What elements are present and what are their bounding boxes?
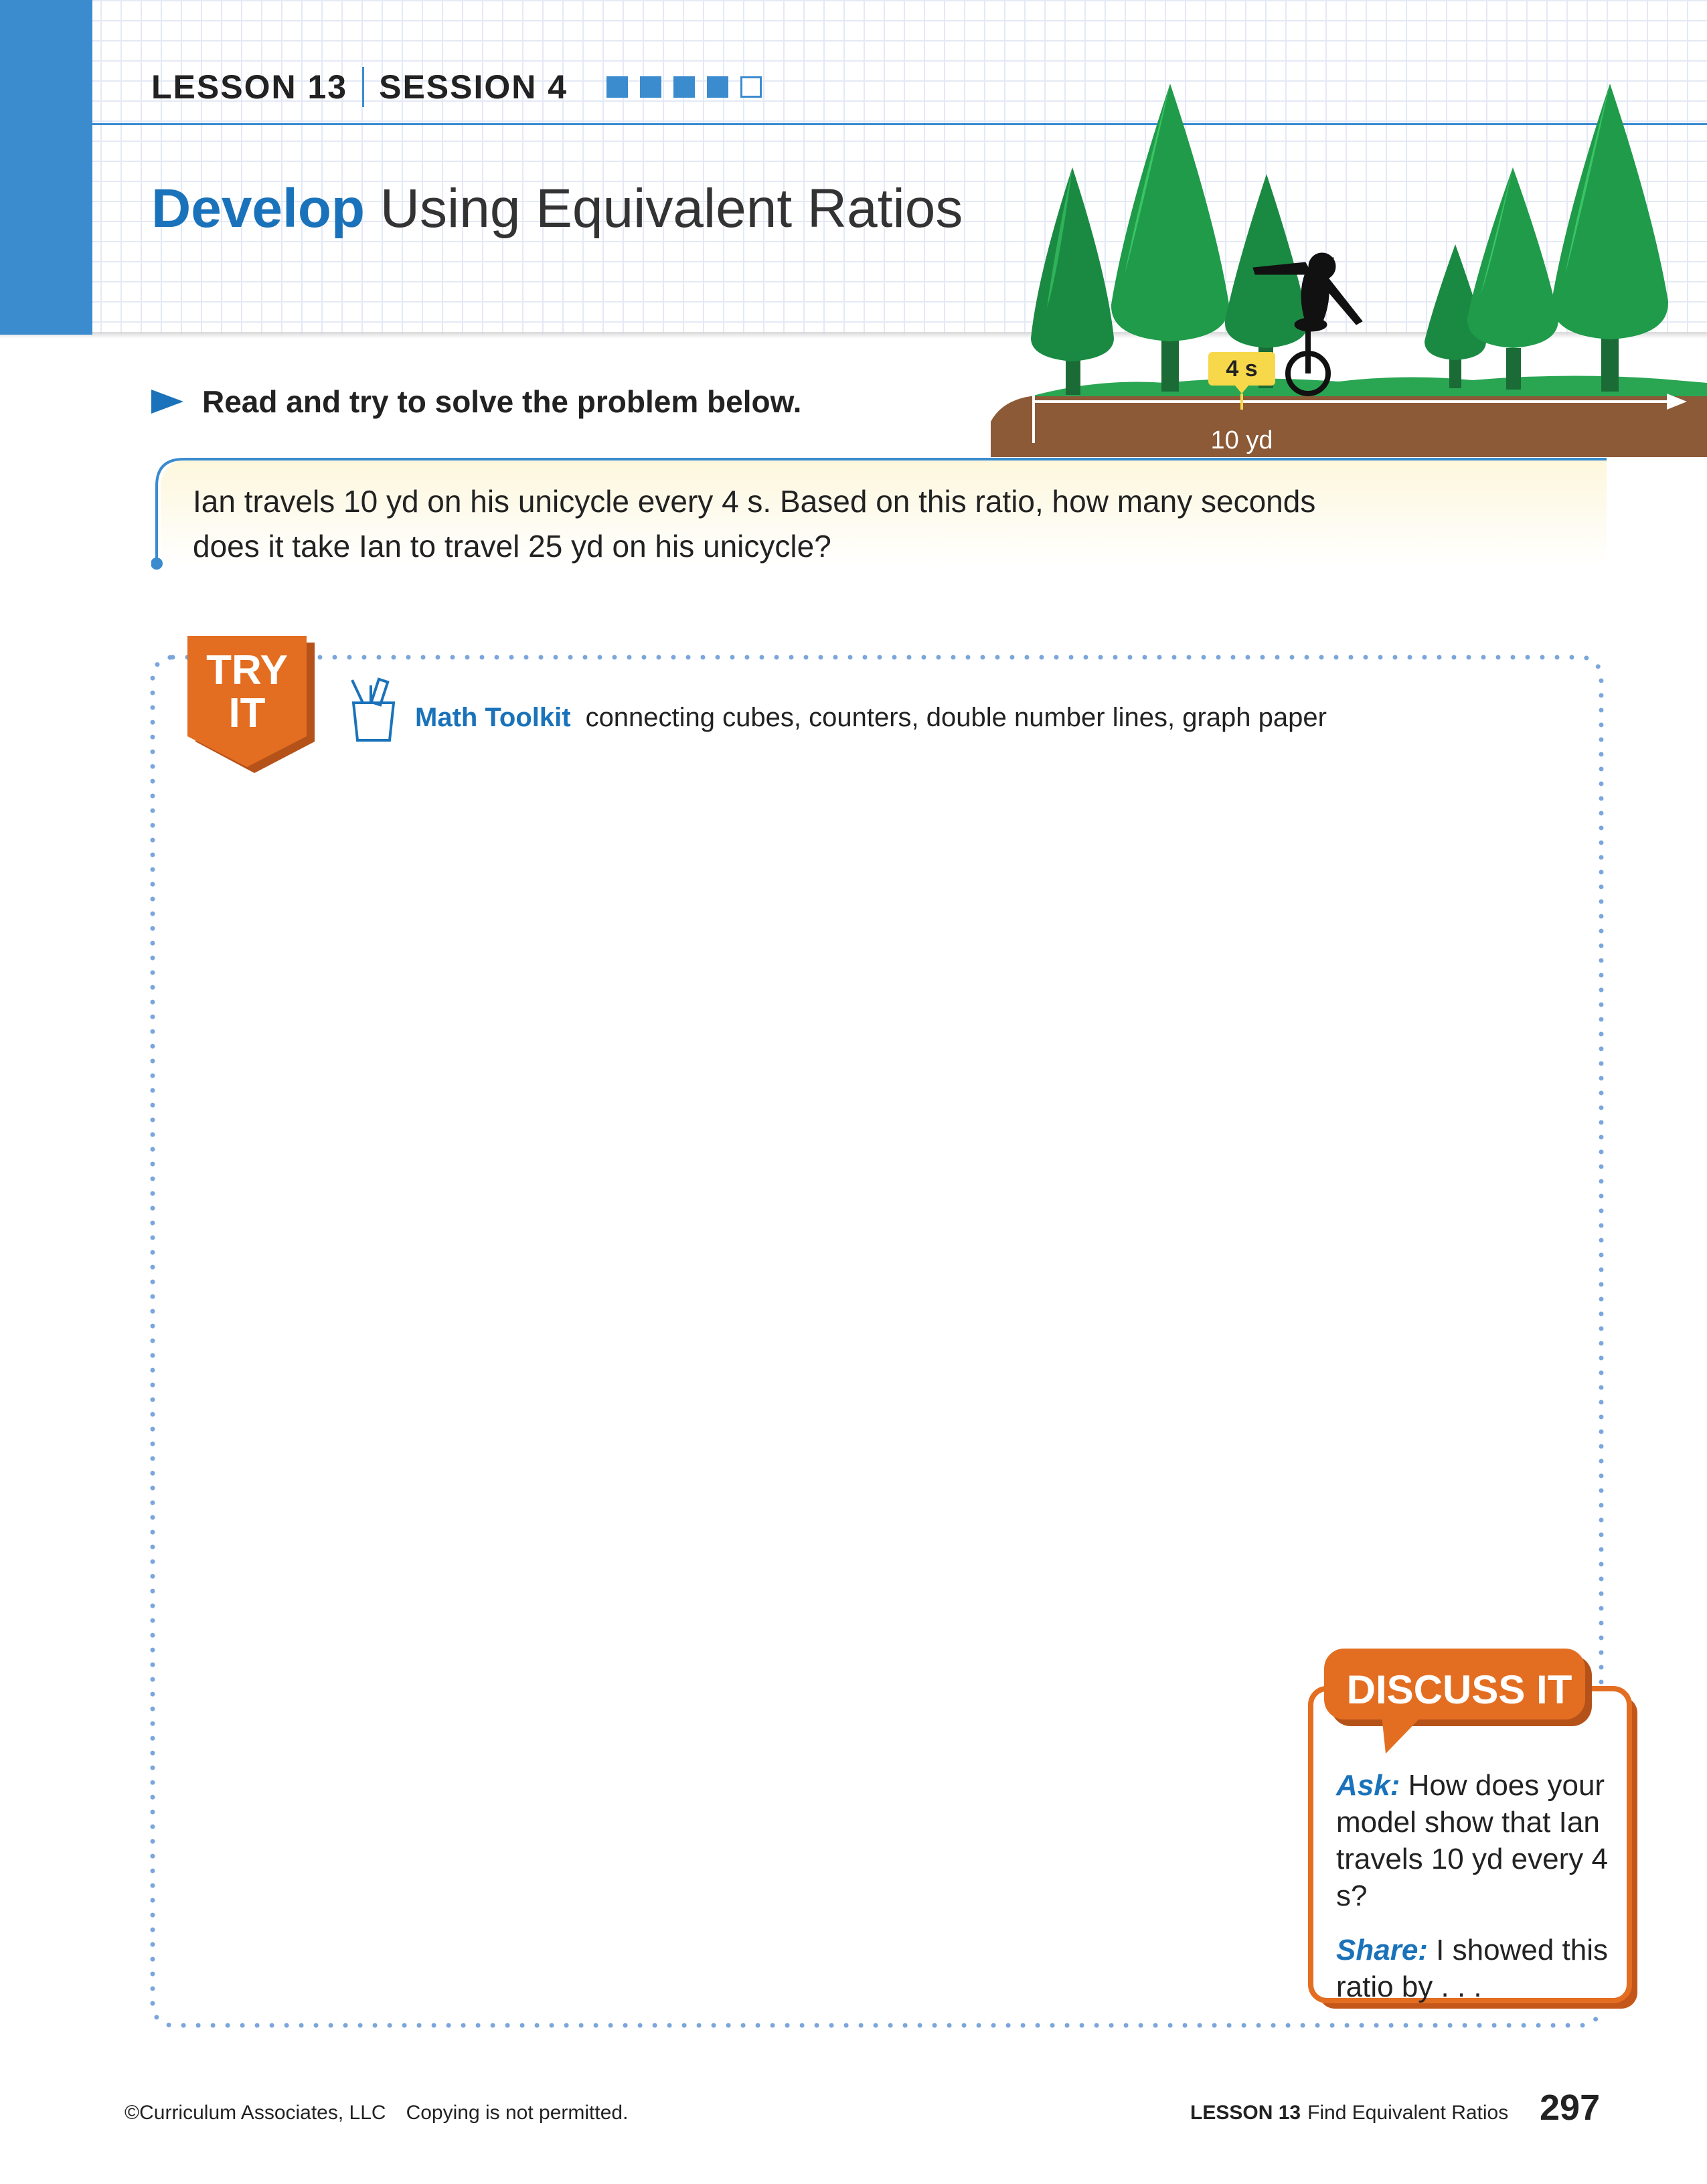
footer-lesson: LESSON 13 Find Equivalent Ratios — [1190, 2102, 1508, 2124]
footer-lesson-label: LESSON 13 — [1190, 2102, 1301, 2124]
progress-square-filled — [606, 76, 629, 98]
page-title-rest: Using Equivalent Ratios — [365, 178, 963, 239]
session-label: SESSION 4 — [379, 68, 568, 106]
distance-label: 10 yd — [1211, 426, 1273, 454]
discuss-it-body: Ask: How does your model show that Ian t… — [1336, 1767, 1617, 2023]
problem-line-2: does it take Ian to travel 25 yd on his … — [193, 529, 831, 564]
lesson-session-line: LESSON 13 SESSION 4 — [151, 67, 762, 107]
footer-copyright: ©Curriculum Associates, LLC Copying is no… — [125, 2102, 628, 2124]
header-side-tab — [0, 0, 92, 335]
tree-icon — [1031, 167, 1114, 395]
discuss-it-title: DISCUSS IT — [1346, 1667, 1572, 1712]
math-toolkit-line: Math Toolkit connecting cubes, counters, … — [415, 703, 1327, 733]
share-label: Share: — [1336, 1934, 1428, 1966]
page-number: 297 — [1540, 2088, 1601, 2128]
progress-square-filled — [640, 76, 662, 98]
tree-icon — [1467, 167, 1559, 390]
math-toolkit-icon — [351, 677, 396, 742]
tree-icon — [1551, 84, 1669, 392]
footer-lesson-title: Find Equivalent Ratios — [1307, 2102, 1509, 2124]
progress-square-filled — [707, 76, 729, 98]
progress-square-empty — [740, 76, 762, 98]
ground — [991, 394, 1707, 457]
problem-line-1: Ian travels 10 yd on his unicycle every … — [193, 484, 1316, 519]
try-it-line-2: IT — [228, 690, 266, 736]
copy-notice: Copying is not permitted. — [406, 2102, 629, 2124]
time-label: 4 s — [1226, 356, 1257, 382]
problem-text: Ian travels 10 yd on his unicycle every … — [193, 479, 1398, 569]
unicycle-scene-illustration: 4 s 10 yd — [991, 84, 1707, 457]
tree-icon — [1111, 84, 1230, 392]
instruction-text: Read and try to solve the problem below. — [202, 384, 802, 419]
progress-square-filled — [673, 76, 696, 98]
math-toolkit-items: connecting cubes, counters, double numbe… — [585, 703, 1327, 732]
instruction: Read and try to solve the problem below. — [151, 384, 801, 420]
discuss-share: Share: I showed this ratio by . . . — [1336, 1932, 1617, 2005]
session-progress — [606, 76, 762, 98]
page-title: Develop Using Equivalent Ratios — [151, 177, 963, 240]
arrow-right-icon — [151, 390, 183, 414]
try-it-line-1: TRY — [206, 647, 288, 693]
page-title-accent: Develop — [151, 178, 365, 239]
math-toolkit-label: Math Toolkit — [415, 703, 571, 732]
copyright-text: ©Curriculum Associates, LLC — [125, 2102, 386, 2124]
lesson-divider — [362, 67, 365, 107]
lesson-label: LESSON 13 — [151, 68, 348, 106]
discuss-ask: Ask: How does your model show that Ian t… — [1336, 1767, 1617, 1914]
ask-label: Ask: — [1336, 1769, 1400, 1802]
try-it-label: TRY IT — [187, 649, 307, 735]
